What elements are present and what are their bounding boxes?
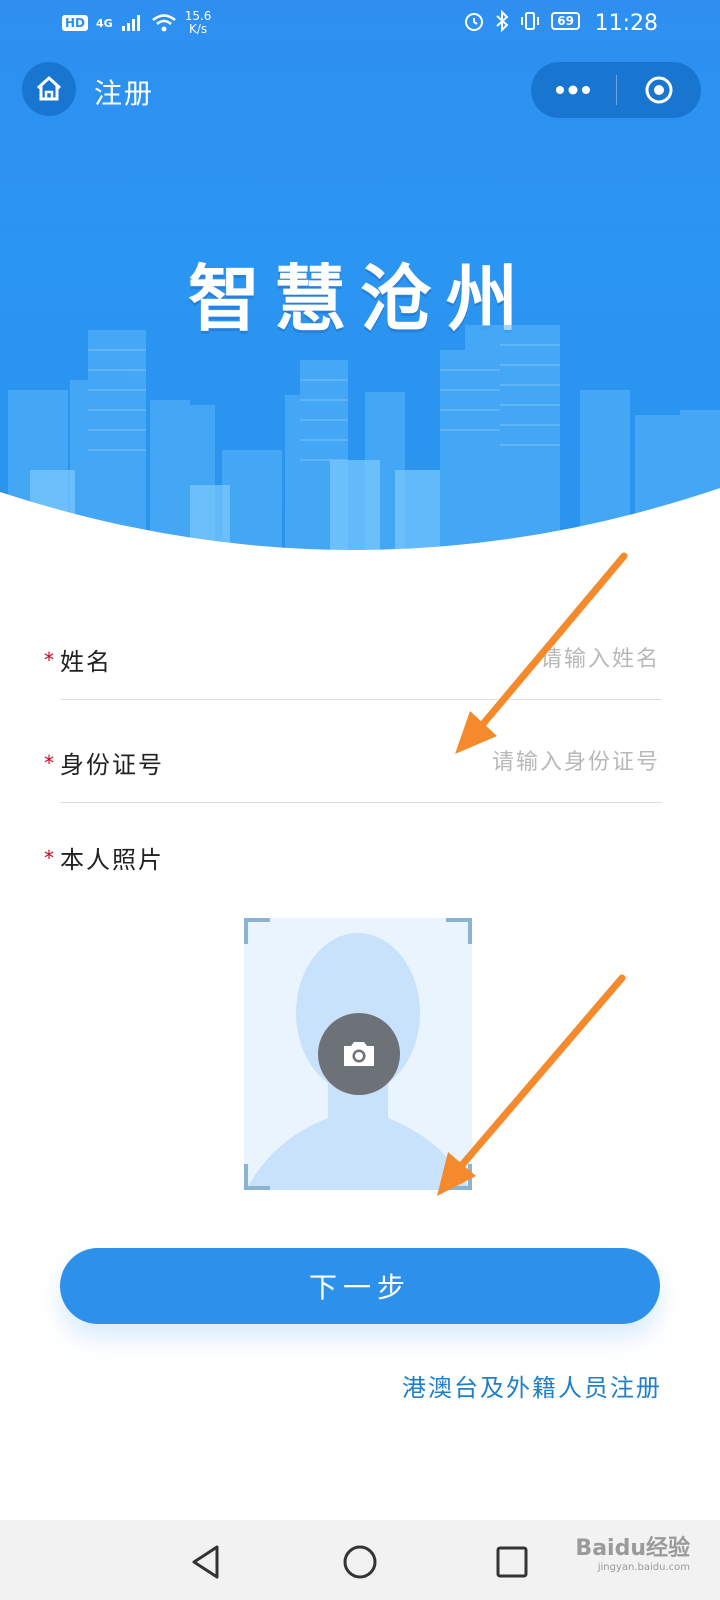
frame-corner <box>244 918 270 944</box>
back-button[interactable] <box>184 1540 228 1584</box>
name-label: 姓名 <box>60 648 112 676</box>
frame-corner <box>446 1164 472 1190</box>
target-icon <box>645 76 673 104</box>
page-title: 注册 <box>94 77 155 110</box>
required-mark: * <box>44 846 54 870</box>
frame-corner <box>446 918 472 944</box>
home-icon <box>36 76 62 101</box>
id-number-label: 身份证号 <box>60 751 164 779</box>
watermark-brand: Baidu经验 <box>575 1536 690 1561</box>
miniprogram-capsule <box>531 62 701 118</box>
home-nav-button[interactable] <box>338 1540 382 1584</box>
city-skyline-illustration <box>0 325 720 560</box>
speed-unit: K/s <box>188 22 208 36</box>
watermark-url: jingyan.baidu.com <box>597 1562 690 1573</box>
signal-icon <box>121 15 140 31</box>
recent-square-icon <box>496 1546 528 1578</box>
more-icon <box>556 85 591 95</box>
required-mark: * <box>44 751 54 775</box>
battery-indicator: 69 <box>551 12 580 30</box>
clock: 11:28 <box>594 11 658 36</box>
system-navigation-bar: Baidu经验 jingyan.baidu.com <box>0 1520 720 1600</box>
network-type: 4G <box>96 16 113 30</box>
name-input[interactable] <box>298 638 662 680</box>
photo-label: 本人照片 <box>60 846 164 874</box>
back-triangle-icon <box>192 1545 219 1579</box>
foreign-register-link[interactable]: 港澳台及外籍人员注册 <box>402 1368 662 1403</box>
register-page: HD 4G 15.6 K/s 69 11:28 注册 智慧沧州 * 姓名 请输入… <box>0 0 720 1600</box>
more-button[interactable] <box>531 62 616 118</box>
header-banner: HD 4G 15.6 K/s 69 11:28 注册 智慧沧州 <box>0 0 720 560</box>
status-bar: HD 4G 15.6 K/s 69 11:28 <box>0 0 720 50</box>
camera-button[interactable] <box>318 1013 400 1095</box>
id-number-field-row: * 身份证号 <box>40 733 662 803</box>
vibrate-icon <box>521 12 540 30</box>
id-number-input[interactable] <box>298 741 662 783</box>
photo-upload-area[interactable] <box>244 918 472 1190</box>
next-step-button[interactable]: 下一步 <box>60 1248 660 1324</box>
wifi-icon <box>151 14 176 32</box>
hd-badge: HD <box>62 15 89 31</box>
name-divider <box>60 699 662 700</box>
annotation-arrow-2 <box>452 974 626 1176</box>
status-left: HD 4G 15.6 K/s <box>62 10 211 36</box>
baidu-watermark: Baidu经验 jingyan.baidu.com <box>575 1530 690 1573</box>
network-speed: 15.6 K/s <box>185 10 212 36</box>
name-field-row: * 姓名 <box>40 630 662 700</box>
camera-icon <box>344 1042 374 1066</box>
photo-field-row: * 本人照片 <box>40 838 440 878</box>
home-circle-icon <box>343 1545 377 1579</box>
status-right: 69 <box>463 10 580 32</box>
frame-corner <box>244 1164 270 1190</box>
recent-apps-button[interactable] <box>490 1540 534 1584</box>
alarm-icon <box>465 13 484 31</box>
id-number-divider <box>60 802 662 803</box>
home-button[interactable] <box>22 62 76 116</box>
nav-bar: 注册 <box>0 62 720 118</box>
required-mark: * <box>44 648 54 672</box>
bluetooth-icon <box>496 10 509 32</box>
close-miniprogram-button[interactable] <box>617 62 702 118</box>
